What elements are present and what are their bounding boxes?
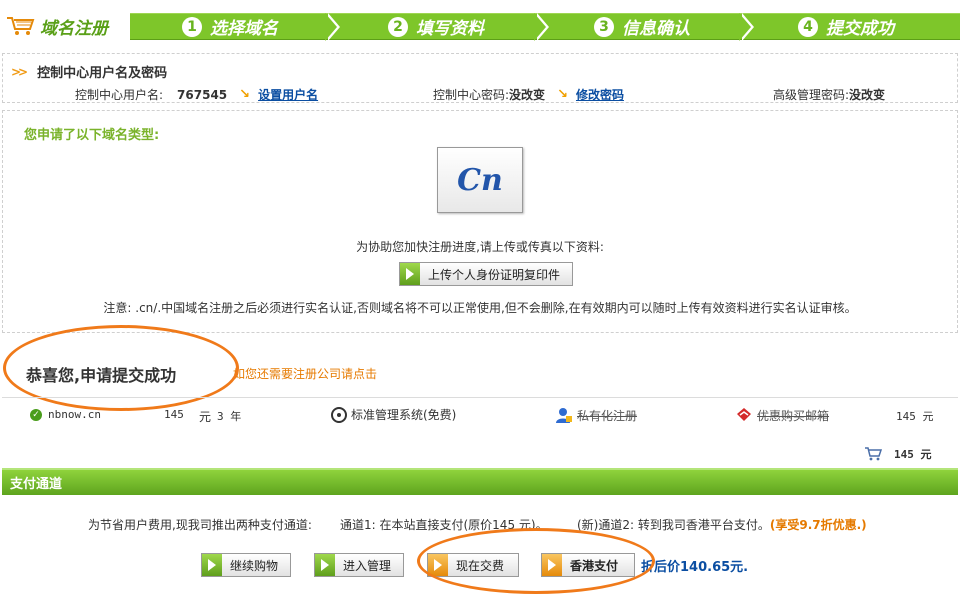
step-3-number: 3 [594,16,614,37]
order-privacy: 私有化注册 [555,406,637,424]
arrow-down-right-icon: ↘ [239,87,251,102]
cart-icon [6,15,36,37]
admin-password-label: 高级管理密码: [773,88,850,102]
order-mailbox-label: 优惠购买邮箱 [757,408,830,423]
step-1-number: 1 [182,16,202,37]
upload-id-button[interactable]: 上传个人身份证明复印件 [399,262,573,286]
payment-bar: 支付通道 [2,468,958,495]
order-term: 3 年 [217,410,242,423]
order-domain: ✓ nbnow.cn [30,408,101,421]
double-chevron-icon: >> [11,64,28,79]
real-name-note: 注意: .cn/.中国域名注册之后必须进行实名认证,否则域名将不可以正常使用,但… [103,301,857,315]
order-unit: 元 [199,410,212,424]
order-domain-name: nbnow.cn [48,408,101,421]
step-bar: 域名注册 1 选择域名 2 填写资料 3 信息确认 4 提交成功 [0,8,960,44]
chevron-right-icon [542,554,562,576]
step-1-label: 选择域名 [210,19,278,39]
pay-now-button[interactable]: 现在交费 [427,553,519,577]
chevron-right-icon [428,554,448,576]
password-label: 控制中心密码: [433,88,510,102]
cn-domain-logo: Cn [437,147,523,213]
admin-password-row: 高级管理密码: 没改变 [773,86,885,103]
payment-channel-1: 通道1: 在本站直接支付(原价145 元)。 [340,518,548,532]
pay-now-label: 现在交费 [456,558,505,573]
order-mailbox: 优惠购买邮箱 [735,406,829,424]
order-system-label: 标准管理系统(免费) [351,408,457,422]
order-price: 145 [164,408,184,421]
change-password-link[interactable]: 修改密码 [576,86,624,103]
order-row-total: 145 元 [896,410,934,423]
account-title-text: 控制中心用户名及密码 [37,66,168,81]
step-separator-inner [325,13,337,41]
success-message: 恭喜您,申请提交成功 [26,366,177,385]
hk-pay-button[interactable]: 香港支付 [541,553,635,577]
order-summary: ✓ nbnow.cn 145 元 3 年 标准管理系统(免费) 私有化注册 优惠… [2,397,958,462]
enter-management-button[interactable]: 进入管理 [314,553,404,577]
chevron-right-icon [400,263,420,285]
account-section-title: >> 控制中心用户名及密码 [11,62,168,82]
domain-type-title: 您申请了以下域名类型: [24,128,160,143]
brand-label: 域名注册 [40,18,108,39]
chevron-right-icon [315,554,335,576]
arrow-down-right-icon: ↘ [557,87,568,102]
username-row: 控制中心用户名: 767545 ↘ 设置用户名 [75,86,318,103]
password-value: 没改变 [509,88,546,102]
continue-shopping-button[interactable]: 继续购物 [201,553,291,577]
enter-management-label: 进入管理 [343,558,392,573]
step-separator-inner [534,13,546,41]
set-username-link[interactable]: 设置用户名 [258,86,318,103]
payment-channel-2: (新)通道2: 转到我司香港平台支付。(享受9.7折优惠.) [577,516,867,533]
steps-track: 1 选择域名 2 填写资料 3 信息确认 4 提交成功 [130,13,960,41]
upload-help-text: 为协助您加快注册进度,请上传或传真以下资料: [356,240,604,254]
brand: 域名注册 [0,8,128,44]
mailbox-icon [735,406,753,424]
payment-channel-2-text: (新)通道2: 转到我司香港平台支付。 [577,518,770,532]
password-row: 控制中心密码: 没改变 ↘ 修改密码 [433,86,624,103]
admin-password-value: 没改变 [849,88,886,102]
payment-discount: (享受9.7折优惠.) [769,518,867,532]
step-2: 2 填写资料 [388,14,484,39]
username-label: 控制中心用户名: [75,88,164,102]
chevron-right-icon [202,554,222,576]
order-total-value: 145 元 [894,448,932,461]
step-2-label: 填写资料 [416,19,484,39]
order-privacy-label: 私有化注册 [577,408,638,423]
step-4-number: 4 [798,16,818,37]
step-4-label: 提交成功 [826,19,894,39]
cart-small-icon [864,447,883,461]
gear-icon [331,406,347,423]
step-3: 3 信息确认 [594,14,690,39]
lock-user-icon [555,406,573,424]
step-separator-inner [739,13,751,41]
register-company-link[interactable]: 如您还需要注册公司请点击 [233,365,377,382]
username-value: 767545 [177,87,228,102]
check-icon: ✓ [30,408,42,421]
domain-type-section: 您申请了以下域名类型: Cn 为协助您加快注册进度,请上传或传真以下资料: 上传… [2,110,958,333]
step-4: 4 提交成功 [798,14,894,39]
account-section: >> 控制中心用户名及密码 控制中心用户名: 767545 ↘ 设置用户名 控制… [2,53,958,103]
continue-shopping-label: 继续购物 [230,558,279,573]
hk-pay-label: 香港支付 [570,558,619,573]
order-system: 标准管理系统(免费) [331,406,456,423]
cn-logo-text: Cn [457,162,503,198]
step-2-number: 2 [388,16,408,37]
payment-intro: 为节省用户费用,现我司推出两种支付通道: [88,518,312,532]
order-total: 145 元 [864,446,932,462]
discounted-price: 折后价140.65元. [641,560,749,575]
step-3-label: 信息确认 [622,19,690,39]
step-1: 1 选择域名 [182,14,278,39]
upload-id-button-label: 上传个人身份证明复印件 [428,267,561,282]
